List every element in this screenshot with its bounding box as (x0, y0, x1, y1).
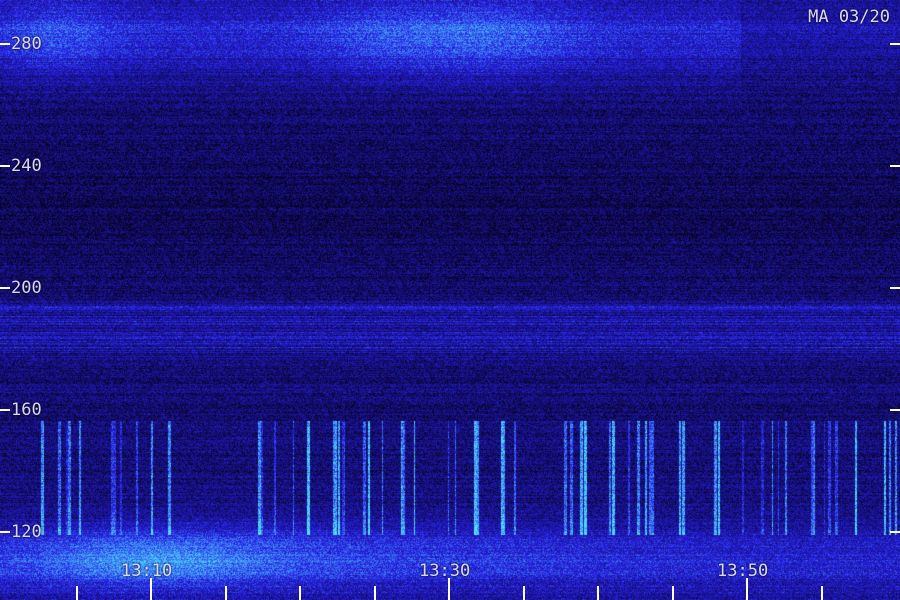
x-major-tick (150, 578, 152, 600)
x-minor-tick (671, 586, 674, 600)
x-minor-tick (522, 586, 525, 600)
station-date-label: MA 03/20 (808, 7, 890, 27)
y-tick-mark-left (0, 409, 10, 411)
y-tick-mark-right (890, 287, 900, 289)
y-tick-label: 240 (11, 156, 42, 176)
x-major-tick (746, 578, 748, 600)
y-tick-mark-right (890, 531, 900, 533)
y-tick-label: 200 (11, 278, 42, 298)
x-minor-tick (373, 586, 376, 600)
x-minor-tick (75, 586, 78, 600)
x-major-tick (448, 578, 450, 600)
y-tick-mark-right (890, 165, 900, 167)
x-tick-label: 13:30 (419, 561, 471, 581)
x-minor-tick (597, 586, 599, 600)
spectrogram-image (0, 0, 900, 600)
y-tick-label: 280 (11, 34, 42, 54)
y-tick-mark-left (0, 43, 10, 45)
y-tick-label: 120 (11, 522, 42, 542)
x-minor-tick (299, 586, 301, 600)
x-tick-label: 13:50 (717, 561, 769, 581)
y-tick-mark-left (0, 165, 10, 167)
x-tick-label: 13:10 (121, 561, 173, 581)
y-tick-mark-left (0, 287, 10, 289)
y-tick-label: 160 (11, 400, 42, 420)
y-tick-mark-right (890, 409, 900, 411)
y-tick-mark-left (0, 531, 10, 533)
x-minor-tick (224, 586, 227, 600)
x-minor-tick (820, 586, 823, 600)
spectrogram-display: MA 03/20 280 240 200 160 120 13:10 13:30 13:50 (0, 0, 900, 600)
y-tick-mark-right (890, 43, 900, 45)
